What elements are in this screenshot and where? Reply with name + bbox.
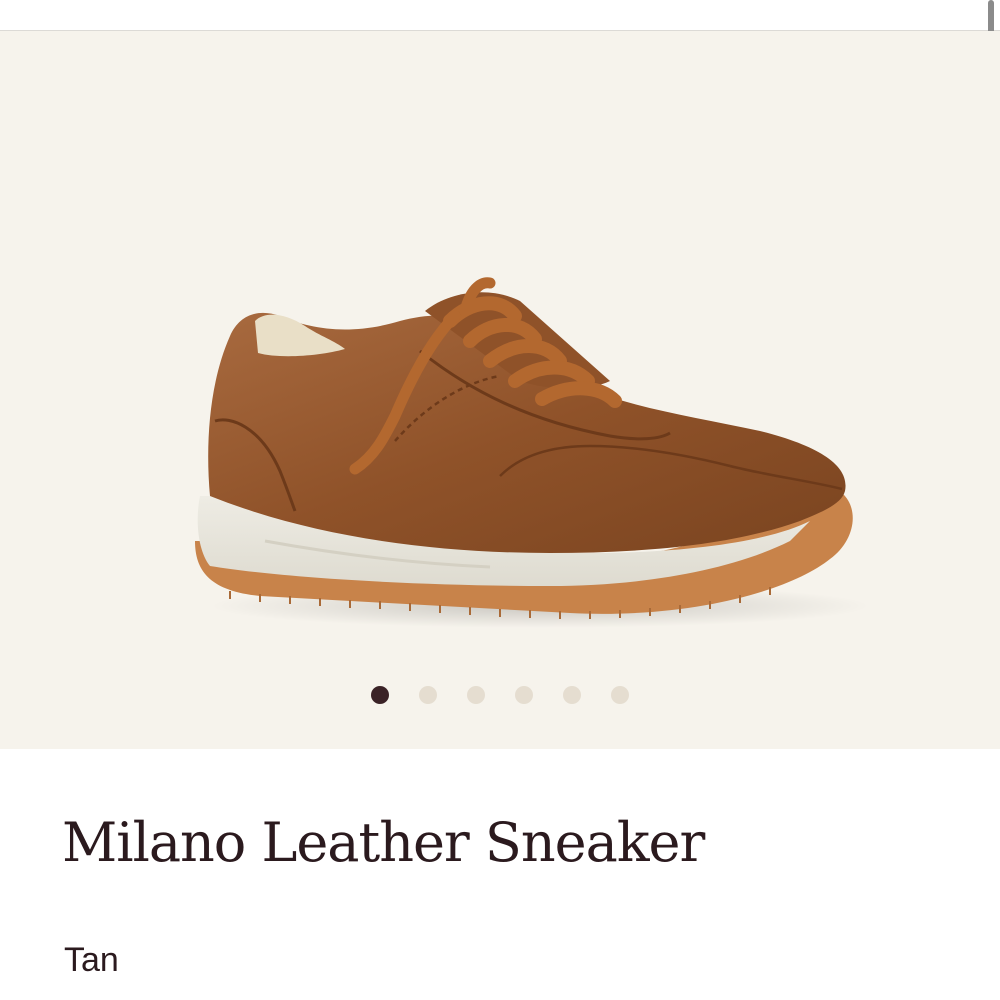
product-image[interactable]: [170, 241, 870, 641]
carousel-dot-4[interactable]: [515, 686, 533, 704]
carousel-dot-5[interactable]: [563, 686, 581, 704]
product-color-name: Tan: [64, 941, 119, 979]
carousel-dot-3[interactable]: [467, 686, 485, 704]
top-bar: [0, 0, 1000, 31]
carousel-dots: [0, 686, 1000, 704]
product-title: Milano Leather Sneaker: [62, 811, 705, 874]
carousel-dot-6[interactable]: [611, 686, 629, 704]
carousel-dot-2[interactable]: [419, 686, 437, 704]
product-image-gallery[interactable]: [0, 31, 1000, 749]
product-info: Milano Leather Sneaker Tan: [0, 749, 1000, 1000]
carousel-dot-1[interactable]: [371, 686, 389, 704]
